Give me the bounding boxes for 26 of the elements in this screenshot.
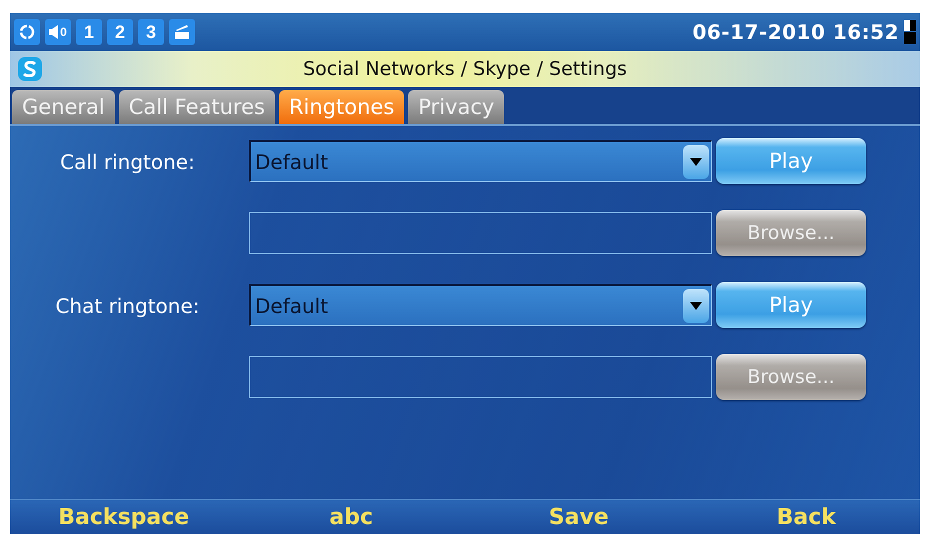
sync-status-icon[interactable] — [14, 19, 40, 45]
file-path-field[interactable] — [249, 356, 712, 398]
tab[interactable]: General — [12, 90, 115, 124]
line-key[interactable]: 1 — [76, 19, 102, 45]
setting-label: Chat ringtone: — [54, 293, 201, 320]
line-key[interactable]: 2 — [107, 19, 133, 45]
ringtone-dropdown[interactable]: Default — [249, 284, 712, 326]
network-status-icon — [904, 19, 916, 45]
setting-label: Call ringtone: — [59, 149, 196, 176]
date-time: 06-17-2010 16:52 — [692, 20, 899, 44]
ringtone-dropdown[interactable]: Default — [249, 140, 712, 182]
play-button[interactable]: Play — [716, 138, 866, 184]
tab[interactable]: Privacy — [408, 90, 504, 124]
s-logo-icon — [18, 57, 42, 81]
message-status-icon[interactable] — [169, 19, 195, 45]
file-path-field[interactable] — [249, 212, 712, 254]
volume-status-icon[interactable]: 0 — [45, 19, 71, 45]
screen-title: Social Networks / Skype / Settings — [302, 58, 628, 80]
line-key[interactable]: 3 — [138, 19, 164, 45]
tab[interactable]: Call Features — [118, 90, 275, 124]
softkey[interactable]: Backspace — [10, 504, 238, 530]
softkey[interactable]: Save — [465, 504, 692, 530]
tab[interactable]: Ringtones — [278, 90, 404, 124]
softkey[interactable]: Back — [692, 504, 920, 530]
softkey[interactable]: abc — [238, 504, 465, 530]
play-button[interactable]: Play — [716, 282, 866, 328]
